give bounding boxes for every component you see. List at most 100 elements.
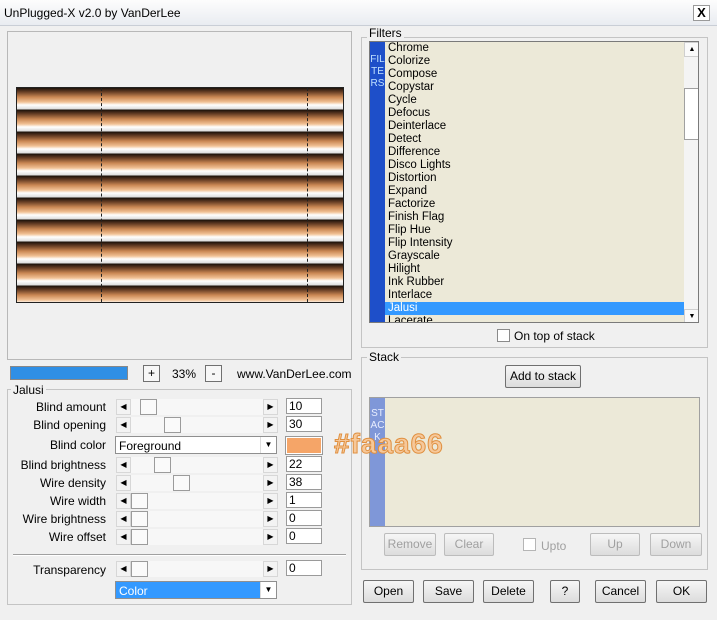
- wire-width-slider[interactable]: ◀ ▶: [116, 493, 278, 509]
- zoom-out-button[interactable]: -: [205, 365, 222, 382]
- filter-item[interactable]: Disco Lights: [385, 159, 684, 172]
- on-top-checkbox[interactable]: [497, 329, 510, 342]
- wire-offset-label: Wire offset: [48, 530, 106, 544]
- slider-left-icon[interactable]: ◀: [116, 457, 131, 473]
- slider-thumb[interactable]: [140, 399, 157, 415]
- blind-opening-input[interactable]: 30: [286, 416, 322, 432]
- filter-items[interactable]: Chrome Colorize Compose Copystar Cycle Defocu…: [385, 42, 684, 322]
- filter-item[interactable]: Difference: [385, 146, 684, 159]
- wire-offset-slider[interactable]: ◀ ▶: [116, 529, 278, 545]
- blind-amount-input[interactable]: 10: [286, 398, 322, 414]
- website-link[interactable]: www.VanDerLee.com: [237, 367, 352, 381]
- slider-left-icon[interactable]: ◀: [116, 417, 131, 433]
- wire-width-input[interactable]: 1: [286, 492, 322, 508]
- filter-item[interactable]: Interlace: [385, 289, 684, 302]
- blind-opening-label: Blind opening: [33, 418, 106, 432]
- blind-color-value: Foreground: [119, 439, 182, 453]
- blind-brightness-input[interactable]: 22: [286, 456, 322, 472]
- add-to-stack-button[interactable]: Add to stack: [505, 365, 581, 388]
- delete-button[interactable]: Delete: [483, 580, 534, 603]
- clear-button[interactable]: Clear: [444, 533, 494, 556]
- chevron-down-icon[interactable]: ▼: [260, 582, 276, 598]
- slider-thumb[interactable]: [164, 417, 181, 433]
- save-button[interactable]: Save: [423, 580, 474, 603]
- ok-button[interactable]: OK: [656, 580, 707, 603]
- open-button[interactable]: Open: [363, 580, 414, 603]
- upto-checkbox[interactable]: [523, 538, 536, 551]
- filter-item[interactable]: Flip Intensity: [385, 237, 684, 250]
- cancel-button[interactable]: Cancel: [595, 580, 646, 603]
- filter-item[interactable]: Distortion: [385, 172, 684, 185]
- down-button[interactable]: Down: [650, 533, 702, 556]
- filter-item[interactable]: Ink Rubber: [385, 276, 684, 289]
- wire-density-input[interactable]: 38: [286, 474, 322, 490]
- blind-color-swatch[interactable]: [285, 436, 323, 455]
- blind-color-select[interactable]: Foreground ▼: [115, 436, 277, 454]
- stack-list[interactable]: STACK: [369, 397, 700, 527]
- wire-density-slider[interactable]: ◀ ▶: [116, 475, 278, 491]
- filter-item[interactable]: Deinterlace: [385, 120, 684, 133]
- slider-right-icon[interactable]: ▶: [263, 475, 278, 491]
- wire-brightness-slider[interactable]: ◀ ▶: [116, 511, 278, 527]
- filter-item[interactable]: Jalusi: [385, 302, 684, 315]
- blind-amount-slider[interactable]: ◀ ▶: [116, 399, 278, 415]
- filter-item[interactable]: Factorize: [385, 198, 684, 211]
- slider-thumb[interactable]: [154, 457, 171, 473]
- blind-brightness-label: Blind brightness: [20, 458, 106, 472]
- chevron-down-icon[interactable]: ▼: [260, 437, 276, 453]
- slider-left-icon[interactable]: ◀: [116, 399, 131, 415]
- filter-item[interactable]: Colorize: [385, 55, 684, 68]
- wire-offset-input[interactable]: 0: [286, 528, 322, 544]
- scroll-up-icon[interactable]: ▲: [684, 42, 698, 57]
- filter-item[interactable]: Grayscale: [385, 250, 684, 263]
- slider-thumb[interactable]: [131, 561, 148, 577]
- close-button[interactable]: X: [693, 5, 710, 21]
- slider-left-icon[interactable]: ◀: [116, 475, 131, 491]
- window-title: UnPlugged-X v2.0 by VanDerLee: [4, 6, 181, 20]
- slider-thumb[interactable]: [131, 493, 148, 509]
- wire-width-label: Wire width: [49, 494, 106, 508]
- filter-item[interactable]: Chrome: [385, 42, 684, 55]
- preview-image[interactable]: [16, 87, 344, 303]
- wire-brightness-input[interactable]: 0: [286, 510, 322, 526]
- scroll-down-icon[interactable]: ▼: [684, 309, 698, 322]
- slider-left-icon[interactable]: ◀: [116, 529, 131, 545]
- slider-thumb[interactable]: [131, 529, 148, 545]
- transparency-input[interactable]: 0: [286, 560, 322, 576]
- transparency-slider[interactable]: ◀ ▶: [116, 561, 278, 577]
- slider-right-icon[interactable]: ▶: [263, 529, 278, 545]
- filter-item[interactable]: Cycle: [385, 94, 684, 107]
- slider-thumb[interactable]: [173, 475, 190, 491]
- slider-right-icon[interactable]: ▶: [263, 561, 278, 577]
- filter-item[interactable]: Defocus: [385, 107, 684, 120]
- scroll-thumb[interactable]: [684, 88, 698, 140]
- filter-item[interactable]: Finish Flag: [385, 211, 684, 224]
- up-button[interactable]: Up: [590, 533, 640, 556]
- filter-item[interactable]: Compose: [385, 68, 684, 81]
- filter-item[interactable]: Lacerate: [385, 315, 684, 322]
- filter-item[interactable]: Hilight: [385, 263, 684, 276]
- transparency-label: Transparency: [33, 563, 106, 577]
- slider-right-icon[interactable]: ▶: [263, 457, 278, 473]
- help-button[interactable]: ?: [550, 580, 580, 603]
- slider-right-icon[interactable]: ▶: [263, 399, 278, 415]
- slider-left-icon[interactable]: ◀: [116, 561, 131, 577]
- filter-list[interactable]: FILTERS Chrome Colorize Compose Copystar Cyc…: [369, 41, 699, 323]
- filter-item[interactable]: Expand: [385, 185, 684, 198]
- filter-item[interactable]: Copystar: [385, 81, 684, 94]
- zoom-in-button[interactable]: +: [143, 365, 160, 382]
- remove-button[interactable]: Remove: [384, 533, 436, 556]
- slider-left-icon[interactable]: ◀: [116, 511, 131, 527]
- blind-opening-slider[interactable]: ◀ ▶: [116, 417, 278, 433]
- slider-right-icon[interactable]: ▶: [263, 511, 278, 527]
- filter-item[interactable]: Flip Hue: [385, 224, 684, 237]
- slider-right-icon[interactable]: ▶: [263, 493, 278, 509]
- transparency-mode-select[interactable]: Color ▼: [115, 581, 277, 599]
- filter-item[interactable]: Detect: [385, 133, 684, 146]
- slider-right-icon[interactable]: ▶: [263, 417, 278, 433]
- filter-scrollbar[interactable]: ▲ ▼: [684, 42, 698, 322]
- slider-left-icon[interactable]: ◀: [116, 493, 131, 509]
- selection-line-right: [307, 88, 308, 302]
- blind-brightness-slider[interactable]: ◀ ▶: [116, 457, 278, 473]
- slider-thumb[interactable]: [131, 511, 148, 527]
